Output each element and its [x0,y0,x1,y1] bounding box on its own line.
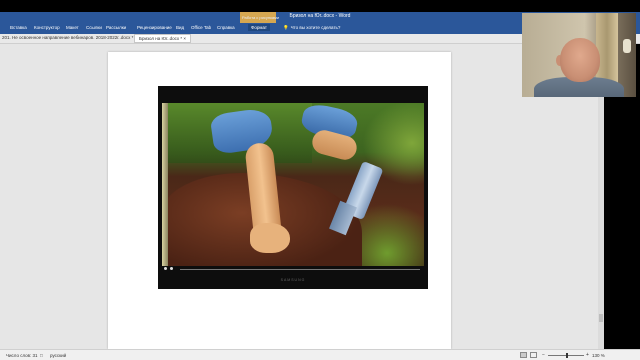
document-tab-label: Бризол на Юг..docx * [139,36,183,41]
tell-me-box[interactable]: 💡 Что вы хотите сделать? [283,25,340,31]
lamp [623,39,631,53]
tab-office-tab[interactable]: Office Tab [191,25,211,30]
presenter-head [560,38,600,82]
proofing-icon[interactable]: □ [40,353,43,358]
tab-layout[interactable]: Макет [66,25,79,30]
tv-brand: SAMSUNG [280,278,306,282]
zoom-level[interactable]: 130 % [592,353,605,358]
tab-design[interactable]: Конструктор [34,25,60,30]
contextual-group-label: Работа с рисунками [242,15,280,20]
language[interactable]: русский [50,353,66,358]
tab-references[interactable]: Ссылки [86,25,102,30]
wooden-post [162,103,168,266]
tab-view[interactable]: Вид [176,25,184,30]
inserted-photo[interactable]: SAMSUNG [158,86,428,289]
document-tab[interactable]: 201. Не освоенное направление вебинаров.… [2,35,133,40]
minus-icon[interactable]: − [542,352,545,358]
tab-format[interactable]: Формат [248,24,270,31]
photo-content [162,103,424,266]
tell-me-text: Что вы хотите сделать? [290,25,341,30]
scrollbar-thumb[interactable] [599,314,603,322]
status-bar: Число слов: 31 □ русский − + 130 % [0,349,640,360]
print-layout-button[interactable] [530,352,537,358]
lightbulb-icon: 💡 [283,25,289,30]
video-controls [162,267,424,272]
webcam-overlay [522,13,636,97]
document-tab-active[interactable]: Бризол на Юг..docx * × [134,34,192,43]
tab-review[interactable]: Рецензирование [137,25,172,30]
left-hand [250,223,290,253]
read-mode-button[interactable] [520,352,527,358]
close-icon[interactable]: × [183,36,186,41]
contextual-tab-group: Работа с рисунками [240,12,280,23]
word-count[interactable]: Число слов: 31 [6,353,38,358]
tab-insert[interactable]: Вставка [10,25,27,30]
plus-icon[interactable]: + [586,352,589,358]
next-icon [170,267,173,270]
screen: Бризол на Юг..docx - Word Работа с рисун… [0,0,640,360]
zoom-slider-thumb[interactable] [566,353,568,358]
tab-help[interactable]: Справка [217,25,235,30]
tab-mailings[interactable]: Рассылки [106,25,126,30]
video-progress-track [180,269,420,270]
play-icon [164,267,167,270]
